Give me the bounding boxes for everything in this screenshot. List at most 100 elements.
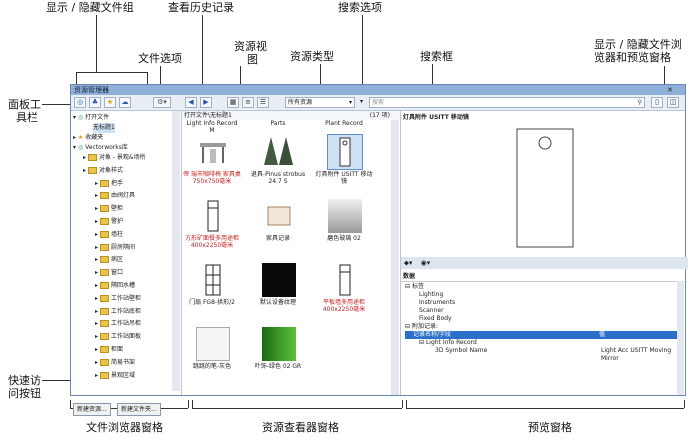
resource-thumbnail[interactable]: 门扇 FG8-拱形/2 bbox=[182, 263, 242, 319]
resource-thumbnail[interactable]: 退具-Pinus strobus 24.7 S bbox=[248, 135, 308, 191]
callout-resource-view-2: 图 bbox=[247, 53, 258, 66]
tree-folder-item[interactable]: ▸ 病区 bbox=[95, 255, 123, 265]
preview-pane: 灯具附件 USITT 移动镜 ⬥▾ ◉▾ 数据 ⊟ 标签 Lighting In… bbox=[401, 111, 688, 395]
chevron-right-icon: ▸ bbox=[95, 179, 99, 187]
tree-folder-item[interactable]: ▸ 壁柜 bbox=[95, 204, 123, 214]
tree-folder-item[interactable]: ▸ 景观区域 bbox=[95, 371, 135, 381]
chevron-right-icon: ▸ bbox=[95, 346, 99, 353]
shared-group-button[interactable]: ♣ bbox=[89, 97, 101, 108]
chevron-right-icon: ▸ bbox=[95, 230, 99, 238]
callout-file-options: 文件选项 bbox=[138, 52, 182, 65]
folder-icon bbox=[99, 320, 109, 328]
folder-icon bbox=[87, 166, 97, 174]
new-resource-button[interactable]: 新建资源... bbox=[73, 403, 111, 416]
tree-folder-item[interactable]: ▸ 对象样式 bbox=[83, 166, 123, 176]
cloud-group-button[interactable]: ☁ bbox=[119, 97, 131, 108]
folder-icon bbox=[99, 358, 109, 366]
preview-title: 灯具附件 USITT 移动镜 bbox=[403, 114, 469, 121]
chevron-right-icon: ▸ bbox=[95, 358, 99, 366]
tree-folder-item[interactable]: ▸ 隔回水槽 bbox=[95, 281, 135, 291]
resource-thumbnail[interactable]: 方形矿面餐多用途柜 400x2250毫米 bbox=[182, 199, 242, 255]
thumbnail-label: 默认设备纹理 bbox=[259, 299, 296, 306]
tree-favorites[interactable]: ▸ ★ 收藏夹 bbox=[73, 133, 103, 143]
title-bar: 资源管理器 ✕ bbox=[71, 85, 685, 95]
resource-thumbnail[interactable]: 叶饰-绿色 02 GR bbox=[248, 327, 308, 383]
tree-folder-item[interactable]: ▸ 把手 bbox=[95, 179, 123, 189]
resource-thumbnail[interactable]: 默认设备纹理 bbox=[248, 263, 308, 319]
tree-untitled[interactable]: 无标题1 bbox=[93, 123, 115, 133]
resource-type-dropdown[interactable]: 所有资源 ▾ bbox=[285, 97, 355, 108]
resource-viewer-pane: 打开文件\无标题1 (17 项) Light Info Record Parts… bbox=[182, 111, 401, 395]
resource-thumbnail[interactable]: 磨色玻璃 02 bbox=[314, 199, 374, 255]
tree-folder-item[interactable]: ▸ 工作站吊柜 bbox=[95, 319, 141, 329]
render-mode-icon[interactable]: ⬥▾ bbox=[404, 259, 412, 267]
toggle-preview-pane-icon[interactable]: ◫ bbox=[667, 97, 679, 108]
tree-folder-item[interactable]: ▸ 厨房隔间 bbox=[95, 243, 135, 253]
folder-icon bbox=[99, 269, 109, 277]
thumbnail-view-icon[interactable]: ▦ bbox=[227, 97, 239, 108]
view-mode-icon[interactable]: ◉▾ bbox=[421, 259, 431, 267]
data-line-records[interactable]: ⊟ 附加记录: bbox=[405, 323, 685, 331]
window-title: 资源管理器 bbox=[74, 86, 109, 94]
data-line-tags[interactable]: ⊟ 标签 bbox=[405, 283, 685, 291]
data-line-record[interactable]: ⊟ Light Info Record bbox=[405, 339, 685, 347]
detail-view-icon[interactable]: ☰ bbox=[257, 97, 269, 108]
chevron-right-icon: ▸ bbox=[95, 307, 99, 315]
mirror-fixture-drawing bbox=[516, 128, 574, 248]
data-scrollbar[interactable] bbox=[677, 281, 684, 395]
folder-icon bbox=[99, 294, 109, 302]
chevron-right-icon: ▸ bbox=[95, 294, 99, 302]
tree-folder-item[interactable]: ▸ 工作站底柜 bbox=[95, 307, 141, 317]
tree-folder-item[interactable]: ▸ 墙柱 bbox=[95, 230, 123, 240]
tree-folder-item[interactable]: ▸ 警护 bbox=[95, 217, 123, 227]
thumbnail-image bbox=[262, 135, 296, 169]
list-view-icon[interactable]: ≡ bbox=[242, 97, 254, 108]
file-browser-pane: ▾ ◎ 打开文件 无标题1 ▸ ★ 收藏夹 ▾ ◎ Vectorworks库 ▸… bbox=[71, 111, 182, 416]
viewer-scrollbar[interactable] bbox=[391, 120, 399, 395]
tree-scrollbar[interactable] bbox=[172, 111, 180, 391]
open-files-group-button[interactable]: ◎ bbox=[74, 97, 86, 108]
resource-thumbnail[interactable]: 灯具附件 USITT 移动镜 bbox=[314, 134, 374, 191]
file-options-gear-icon[interactable]: ⚙▾ bbox=[153, 97, 171, 108]
search-icon: ⚲ bbox=[637, 99, 642, 106]
tree-folder-item[interactable]: ▸ 对象 - 景观&场所 bbox=[83, 153, 146, 163]
resource-thumbnail[interactable]: 平板墙多用途柜 400x2250毫米 bbox=[314, 263, 374, 319]
top-label-m: M bbox=[209, 127, 215, 134]
new-folder-button[interactable]: 新建文件夹... bbox=[117, 403, 161, 416]
thumbnail-label: 门扇 FG8-拱形/2 bbox=[189, 299, 235, 306]
folder-icon bbox=[87, 154, 97, 161]
callout-search-box: 搜索框 bbox=[420, 50, 453, 63]
favorites-group-button[interactable]: ★ bbox=[104, 97, 116, 108]
history-back-button[interactable]: ◀ bbox=[185, 97, 197, 108]
resource-thumbnail[interactable]: 帝 瑞市咖啡椅 家具桌 750x750毫米 bbox=[182, 135, 242, 191]
callout-show-hide-browser: 显示 / 隐藏文件浏 bbox=[594, 38, 682, 51]
tree-open-files[interactable]: ▾ ◎ 打开文件 bbox=[73, 113, 109, 123]
tree-library[interactable]: ▾ ◎ Vectorworks库 bbox=[73, 143, 128, 153]
data-line-2: Instruments bbox=[419, 299, 456, 306]
tree-folder-item[interactable]: ▸ 工作站壁柜 bbox=[95, 294, 141, 304]
resource-thumbnail[interactable]: 跳跳的笔-灰色 bbox=[182, 327, 242, 383]
callout-panel-toolbar-2: 具栏 bbox=[16, 111, 38, 124]
close-icon[interactable]: ✕ bbox=[667, 85, 673, 95]
thumbnail-image bbox=[262, 263, 296, 297]
resource-thumbnail[interactable]: 家具记录 bbox=[248, 199, 308, 255]
tree-folder-item[interactable]: ▸ 柜面 bbox=[95, 345, 123, 355]
folder-icon bbox=[99, 192, 109, 200]
tree-folder-item[interactable]: ▸ 由阀灯具 bbox=[95, 191, 135, 201]
tree-folder-item[interactable]: ▸ 简易书架 bbox=[95, 358, 135, 368]
folder-icon bbox=[99, 371, 109, 379]
data-line-selected[interactable]: 记录名称/字段值 bbox=[405, 331, 679, 339]
data-line-3: Scanner bbox=[419, 307, 444, 314]
tree-folder-item[interactable]: ▸ 工作站面板 bbox=[95, 332, 141, 342]
toggle-browser-pane-icon[interactable]: ▯ bbox=[651, 97, 663, 108]
chevron-right-icon: ▸ bbox=[83, 166, 87, 174]
search-options-button[interactable]: ▾ bbox=[358, 97, 367, 108]
thumbnail-label: 退具-Pinus strobus 24.7 S bbox=[250, 171, 306, 185]
top-label-0: Light Info Record bbox=[186, 120, 238, 127]
history-forward-button[interactable]: ▶ bbox=[200, 97, 212, 108]
chevron-right-icon: ▸ bbox=[95, 256, 99, 264]
preview-image bbox=[401, 121, 685, 257]
tree-folder-item[interactable]: ▸ 窗口 bbox=[95, 268, 123, 278]
folder-icon bbox=[99, 256, 109, 264]
search-input[interactable]: 搜索 ⚲ bbox=[369, 97, 645, 108]
